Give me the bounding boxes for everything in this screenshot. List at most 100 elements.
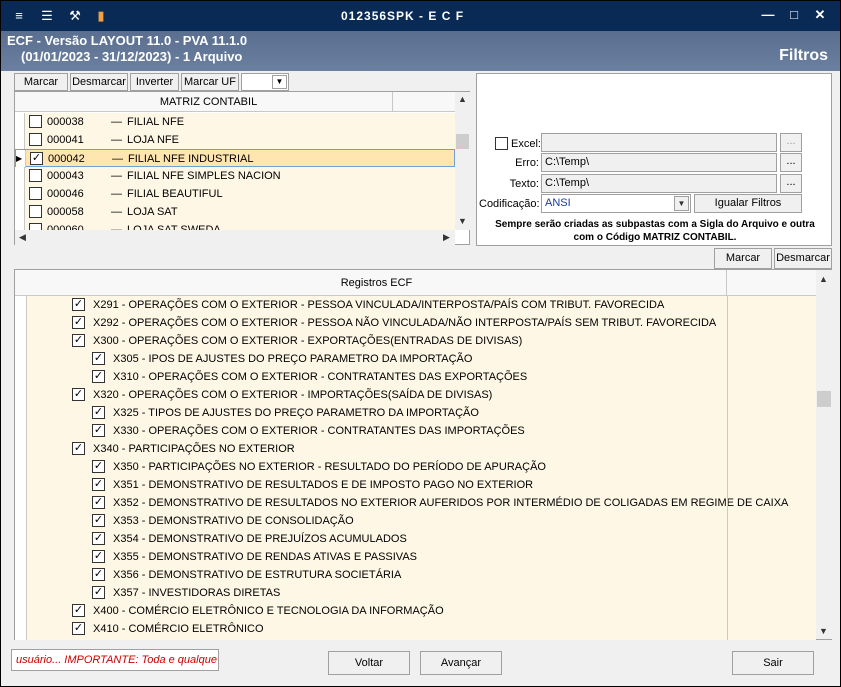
list-item[interactable]: ✓ X356 - DEMONSTRATIVO DE ESTRUTURA SOCIE… (15, 566, 816, 584)
list-item[interactable]: ✓ X353 - DEMONSTRATIVO DE CONSOLIDAÇÃO (15, 512, 816, 530)
list-item[interactable]: ✓ X292 - OPERAÇÕES COM O EXTERIOR - PESSO… (15, 314, 816, 332)
scroll-up-icon[interactable]: ▲ (455, 92, 470, 107)
status-message: usuário... IMPORTANTE: Toda e qualque (11, 649, 219, 671)
registros-marcar-button[interactable]: Marcar (714, 248, 772, 269)
book-icon[interactable]: ▮ (93, 8, 109, 24)
uf-select[interactable]: ▼ (241, 73, 289, 91)
scroll-right-icon[interactable]: ▶ (439, 230, 454, 245)
row-checkbox[interactable]: ✓ (92, 460, 105, 473)
row-checkbox[interactable]: ✓ (92, 478, 105, 491)
row-label: X400 - COMÉRCIO ELETRÔNICO E TECNOLOGIA … (93, 605, 444, 617)
row-label: X351 - DEMONSTRATIVO DE RESULTADOS E DE … (113, 479, 534, 491)
excel-browse-button[interactable]: ... (780, 133, 802, 152)
codificacao-select[interactable]: ANSI ▼ (541, 194, 691, 213)
texto-browse-button[interactable]: ... (780, 174, 802, 193)
close-icon[interactable]: ✕ (811, 7, 829, 23)
row-checkbox[interactable]: ✓ (92, 550, 105, 563)
list-item[interactable]: ✓ X305 - IPOS DE AJUSTES DO PREÇO PARAMET… (15, 350, 816, 368)
sair-button[interactable]: Sair (732, 651, 814, 675)
scroll-thumb[interactable] (817, 391, 831, 407)
list-item[interactable]: ✓ X300 - OPERAÇÕES COM O EXTERIOR - EXPOR… (15, 332, 816, 350)
row-checkbox[interactable]: ✓ (72, 604, 85, 617)
texto-field[interactable]: C:\Temp\ (541, 174, 777, 193)
list-item[interactable]: ✓ X410 - COMÉRCIO ELETRÔNICO (15, 620, 816, 638)
matriz-hscrollbar[interactable]: ◀ ▶ (15, 230, 455, 245)
igualar-filtros-button[interactable]: Igualar Filtros (694, 194, 802, 213)
inverter-button[interactable]: Inverter (130, 73, 179, 91)
voltar-button[interactable]: Voltar (328, 651, 410, 675)
table-row[interactable]: 000046 — FILIAL BEAUTIFUL (15, 185, 455, 203)
list-item[interactable]: ✓ X330 - OPERAÇÕES COM O EXTERIOR - CONTR… (15, 422, 816, 440)
list-icon[interactable]: ≡ (11, 8, 27, 24)
row-checkbox[interactable]: ✓ (72, 388, 85, 401)
desmarcar-button[interactable]: Desmarcar (70, 73, 128, 91)
minimize-icon[interactable]: — (759, 7, 777, 23)
table-row[interactable]: 000058 — LOJA SAT (15, 203, 455, 221)
list-item[interactable]: ✓ X350 - PARTICIPAÇÕES NO EXTERIOR - RESU… (15, 458, 816, 476)
scroll-left-icon[interactable]: ◀ (15, 230, 30, 245)
row-checkbox[interactable]: ✓ (92, 496, 105, 509)
row-checkbox[interactable] (29, 187, 42, 200)
column-divider (727, 638, 728, 640)
row-checkbox[interactable]: ✓ (72, 442, 85, 455)
erro-browse-button[interactable]: ... (780, 153, 802, 172)
erro-field[interactable]: C:\Temp\ (541, 153, 777, 172)
list-item[interactable]: ✓ X320 - OPERAÇÕES COM O EXTERIOR - IMPOR… (15, 386, 816, 404)
excel-checkbox[interactable] (495, 137, 508, 150)
row-checkbox[interactable]: ✓ (72, 316, 85, 329)
row-checkbox[interactable]: ✓ (72, 298, 85, 311)
row-checkbox[interactable]: ✓ (92, 568, 105, 581)
list-item[interactable]: ✓ X340 - PARTICIPAÇÕES NO EXTERIOR (15, 440, 816, 458)
title-bar: ≡ ☰ ⚒ ▮ 012356SPK - E C F — □ ✕ (1, 1, 840, 31)
list-item[interactable]: ✓X420 - ROYALTIES RECEBIDOS OU PAGOS A B… (15, 638, 816, 640)
row-checkbox[interactable]: ✓ (92, 514, 105, 527)
excel-field[interactable] (541, 133, 777, 152)
list-item[interactable]: ✓ X355 - DEMONSTRATIVO DE RENDAS ATIVAS E… (15, 548, 816, 566)
table-row[interactable]: 000043 — FILIAL NFE SIMPLES NACION (15, 167, 455, 185)
row-checkbox[interactable]: ✓ (92, 406, 105, 419)
row-checkbox[interactable]: ✓ (72, 622, 85, 635)
column-header-registros[interactable]: Registros ECF (27, 270, 727, 296)
row-name: LOJA NFE (127, 134, 179, 146)
row-checkbox[interactable] (29, 133, 42, 146)
marcar-uf-button[interactable]: Marcar UF (181, 73, 239, 91)
list-item[interactable]: ✓ X354 - DEMONSTRATIVO DE PREJUÍZOS ACUMU… (15, 530, 816, 548)
maximize-icon[interactable]: □ (785, 7, 803, 23)
scroll-down-icon[interactable]: ▼ (816, 624, 831, 639)
list-item[interactable]: ✓ X291 - OPERAÇÕES COM O EXTERIOR - PESSO… (15, 296, 816, 314)
list-item[interactable]: ✓ X310 - OPERAÇÕES COM O EXTERIOR - CONTR… (15, 368, 816, 386)
list-item[interactable]: ✓ X357 - INVESTIDORAS DIRETAS (15, 584, 816, 602)
row-checkbox[interactable]: ✓ (72, 334, 85, 347)
row-checkbox[interactable] (29, 169, 42, 182)
row-checkbox[interactable]: ✓ (92, 352, 105, 365)
scroll-down-icon[interactable]: ▼ (455, 214, 470, 229)
matriz-vscrollbar[interactable]: ▲ ▼ (455, 92, 470, 230)
table-row[interactable]: 000041 — LOJA NFE (15, 131, 455, 149)
registros-vscrollbar[interactable]: ▲ ▼ (816, 270, 832, 639)
row-checkbox[interactable] (29, 115, 42, 128)
list-item[interactable]: ✓ X400 - COMÉRCIO ELETRÔNICO E TECNOLOGIA… (15, 602, 816, 620)
row-checkbox[interactable]: ✓ (92, 370, 105, 383)
row-indicator (15, 458, 27, 476)
scroll-thumb[interactable] (456, 134, 469, 149)
table-row[interactable]: ▶ ✓ 000042 — FILIAL NFE INDUSTRIAL (15, 149, 455, 168)
list-item[interactable]: ✓ X325 - TIPOS DE AJUSTES DO PREÇO PARAME… (15, 404, 816, 422)
row-checkbox[interactable]: ✓ (30, 152, 43, 165)
avancar-button[interactable]: Avançar (420, 651, 502, 675)
row-checkbox[interactable]: ✓ (92, 424, 105, 437)
chevron-down-icon[interactable]: ▼ (674, 196, 689, 211)
tree-icon[interactable]: ☰ (39, 8, 55, 24)
column-header-matriz[interactable]: MATRIZ CONTABIL (25, 92, 393, 112)
list-item[interactable]: ✓ X351 - DEMONSTRATIVO DE RESULTADOS E DE… (15, 476, 816, 494)
row-checkbox[interactable]: ✓ (92, 532, 105, 545)
row-checkbox[interactable] (29, 205, 42, 218)
chevron-down-icon[interactable]: ▼ (272, 75, 287, 89)
scroll-up-icon[interactable]: ▲ (816, 272, 831, 287)
wrench-icon[interactable]: ⚒ (67, 8, 83, 24)
filters-panel: Excel: ... Erro: C:\Temp\ ... Texto: C:\… (476, 73, 832, 246)
registros-desmarcar-button[interactable]: Desmarcar (774, 248, 832, 269)
table-row[interactable]: 000038 — FILIAL NFE (15, 113, 455, 131)
marcar-button[interactable]: Marcar (14, 73, 68, 91)
row-checkbox[interactable]: ✓ (92, 586, 105, 599)
list-item[interactable]: ✓ X352 - DEMONSTRATIVO DE RESULTADOS NO E… (15, 494, 816, 512)
